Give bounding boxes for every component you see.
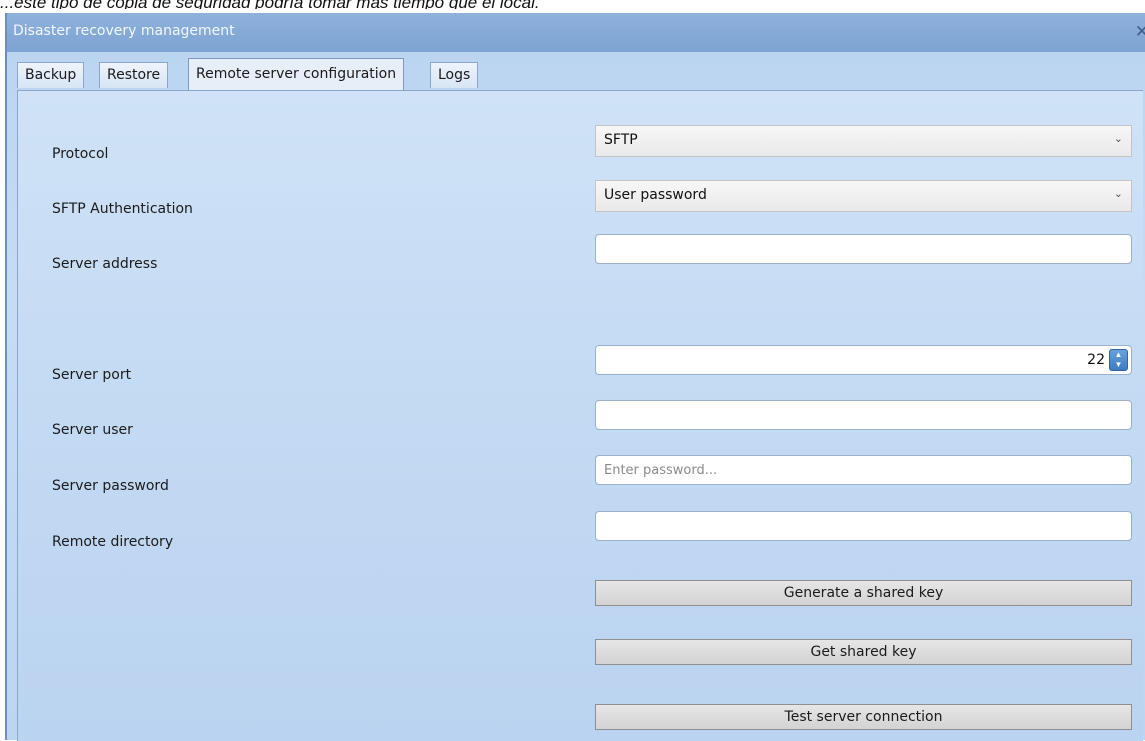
- remote-directory-label: Remote directory: [52, 534, 174, 550]
- background-caption: ...este tipo de copia de seguridad podrí…: [0, 0, 1145, 9]
- chevron-down-icon: ⌄: [1113, 187, 1123, 200]
- close-icon[interactable]: ✕: [1135, 22, 1145, 42]
- server-user-label: Server user: [52, 422, 133, 438]
- tab-remote-server-configuration[interactable]: Remote server configuration: [188, 58, 405, 90]
- tab-logs[interactable]: Logs: [430, 62, 479, 88]
- server-port-label: Server port: [52, 367, 132, 383]
- test-server-connection-button[interactable]: Test server connection: [595, 704, 1132, 730]
- server-password-label: Server password: [52, 478, 169, 494]
- server-user-input[interactable]: [595, 400, 1132, 430]
- get-shared-key-button[interactable]: Get shared key: [595, 639, 1132, 665]
- tab-strip: Backup Restore Remote server configurati…: [17, 58, 1142, 92]
- chevron-down-icon: ⌄: [1113, 132, 1123, 145]
- sftp-authentication-label: SFTP Authentication: [52, 201, 193, 217]
- protocol-label: Protocol: [52, 146, 109, 162]
- server-port-value: 22: [1087, 352, 1105, 368]
- tab-restore[interactable]: Restore: [99, 62, 169, 88]
- spinner-arrows-icon[interactable]: ▲ ▼: [1109, 349, 1128, 371]
- title-bar: Disaster recovery management ✕: [7, 13, 1145, 52]
- protocol-value: SFTP: [604, 132, 638, 148]
- server-address-input[interactable]: [595, 234, 1132, 264]
- generate-shared-key-button[interactable]: Generate a shared key: [595, 580, 1132, 606]
- tab-backup[interactable]: Backup: [17, 62, 85, 88]
- server-address-label: Server address: [52, 256, 158, 272]
- server-port-spinner[interactable]: 22 ▲ ▼: [595, 345, 1132, 375]
- disaster-recovery-window: Disaster recovery management ✕ Backup Re…: [5, 13, 1145, 741]
- remote-server-config-panel: Protocol SFTP ⌄ SFTP Authentication User…: [17, 90, 1143, 741]
- remote-directory-input[interactable]: [595, 511, 1132, 541]
- sftp-authentication-select[interactable]: User password ⌄: [595, 180, 1132, 212]
- window-title: Disaster recovery management: [13, 23, 235, 39]
- sftp-authentication-value: User password: [604, 187, 707, 203]
- server-password-input[interactable]: [595, 455, 1132, 485]
- protocol-select[interactable]: SFTP ⌄: [595, 125, 1132, 157]
